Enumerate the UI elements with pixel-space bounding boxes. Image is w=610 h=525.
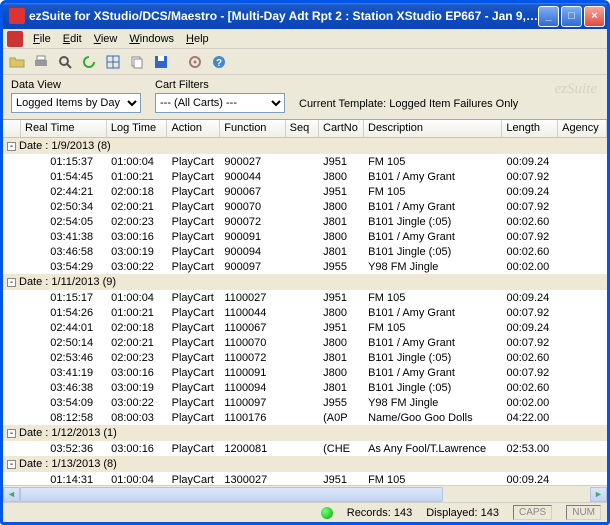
group-row[interactable]: -Date : 1/9/2013 (8) [3,138,607,154]
dataview-select[interactable]: Logged Items by Day [11,93,141,113]
table-row[interactable]: 02:44:2102:00:18PlayCart900067J951FM 105… [3,184,607,199]
scroll-right-icon[interactable]: ► [590,487,607,502]
table-row[interactable]: 03:46:5803:00:19PlayCart900094J801B101 J… [3,244,607,259]
data-grid: Real TimeLog TimeActionFunctionSeqCartNo… [3,119,607,502]
collapse-icon[interactable]: - [7,460,16,469]
column-header[interactable]: Seq [286,120,319,137]
maximize-button[interactable]: □ [561,6,582,27]
menu-item[interactable]: Help [180,31,215,47]
menu-item[interactable]: File [27,31,57,47]
group-row[interactable]: -Date : 1/11/2013 (9) [3,274,607,290]
num-indicator: NUM [566,505,601,520]
records-value: 143 [394,507,412,519]
table-row[interactable]: 01:15:1701:00:04PlayCart1100027J951FM 10… [3,290,607,305]
cartfilter-label: Cart Filters [155,79,285,91]
table-row[interactable]: 01:15:3701:00:04PlayCart900027J951FM 105… [3,154,607,169]
save-icon[interactable] [151,52,171,72]
window-title: ezSuite for XStudio/DCS/Maestro - [Multi… [29,9,538,23]
displayed-value: 143 [481,507,499,519]
svg-text:?: ? [216,58,222,69]
column-header[interactable]: Function [220,120,285,137]
app-icon [9,8,25,24]
table-row[interactable]: 02:50:1402:00:21PlayCart1100070J800B101 … [3,335,607,350]
toolbar: ? [3,49,607,75]
close-button[interactable]: × [584,6,605,27]
grid-header: Real TimeLog TimeActionFunctionSeqCartNo… [3,120,607,138]
collapse-icon[interactable]: - [7,429,16,438]
table-row[interactable]: 02:44:0102:00:18PlayCart1100067J951FM 10… [3,320,607,335]
menu-item[interactable]: Windows [123,31,180,47]
table-row[interactable]: 08:12:5808:00:03PlayCart1100176(A0PName/… [3,410,607,425]
menu-item[interactable]: View [88,31,124,47]
group-row[interactable]: -Date : 1/12/2013 (1) [3,425,607,441]
column-header[interactable]: Length [502,120,558,137]
collapse-icon[interactable]: - [7,142,16,151]
table-row[interactable]: 03:41:1903:00:16PlayCart1100091J800B101 … [3,365,607,380]
table-row[interactable]: 02:53:4602:00:23PlayCart1100072J801B101 … [3,350,607,365]
h-scrollbar[interactable]: ◄ ► [3,485,607,502]
child-window-icon[interactable] [7,31,23,47]
table-row[interactable]: 03:46:3803:00:19PlayCart1100094J801B101 … [3,380,607,395]
app-window: ezSuite for XStudio/DCS/Maestro - [Multi… [0,0,610,525]
dataview-label: Data View [11,79,141,91]
caps-indicator: CAPS [513,505,552,520]
filter-panel: Data View Logged Items by Day Cart Filte… [3,75,607,119]
watermark: ezSuite [555,81,598,98]
column-header[interactable]: Description [364,120,502,137]
column-header[interactable]: CartNo [319,120,364,137]
preview-icon[interactable] [55,52,75,72]
menubar: FileEditViewWindowsHelp [3,29,607,49]
column-header[interactable]: Action [167,120,220,137]
scroll-left-icon[interactable]: ◄ [3,487,20,502]
settings-icon[interactable] [185,52,205,72]
menu-item[interactable]: Edit [57,31,88,47]
grid-body[interactable]: -Date : 1/9/2013 (8)01:15:3701:00:04Play… [3,138,607,485]
open-icon[interactable] [7,52,27,72]
table-row[interactable]: 01:54:2601:00:21PlayCart1100044J800B101 … [3,305,607,320]
column-header[interactable] [3,120,21,137]
titlebar: ezSuite for XStudio/DCS/Maestro - [Multi… [3,3,607,29]
group-row[interactable]: -Date : 1/13/2013 (8) [3,456,607,472]
column-header[interactable]: Real Time [21,120,107,137]
collapse-icon[interactable]: - [7,278,16,287]
print-icon[interactable] [31,52,51,72]
status-led-icon [321,507,333,519]
table-row[interactable]: 01:14:3101:00:04PlayCart1300027J951FM 10… [3,472,607,485]
help-icon[interactable]: ? [209,52,229,72]
minimize-button[interactable]: _ [538,6,559,27]
table-row[interactable]: 03:54:2903:00:22PlayCart900097J955Y98 FM… [3,259,607,274]
cartfilter-select[interactable]: --- (All Carts) --- [155,93,285,113]
column-header[interactable]: Log Time [107,120,168,137]
table-row[interactable]: 01:54:4501:00:21PlayCart900044J800B101 /… [3,169,607,184]
table-row[interactable]: 03:54:0903:00:22PlayCart1100097J955Y98 F… [3,395,607,410]
table-row[interactable]: 03:41:3803:00:16PlayCart900091J800B101 /… [3,229,607,244]
refresh-icon[interactable] [79,52,99,72]
scroll-thumb[interactable] [20,487,443,502]
column-header[interactable]: Agency [558,120,607,137]
displayed-label: Displayed: [426,507,477,519]
table-row[interactable]: 03:52:3603:00:16PlayCart1200081(CHEAs An… [3,441,607,456]
grid-icon[interactable] [103,52,123,72]
records-label: Records: [347,507,391,519]
copy-icon[interactable] [127,52,147,72]
table-row[interactable]: 02:54:0502:00:23PlayCart900072J801B101 J… [3,214,607,229]
statusbar: Records: 143 Displayed: 143 CAPS NUM [3,502,607,522]
table-row[interactable]: 02:50:3402:00:21PlayCart900070J800B101 /… [3,199,607,214]
template-label: Current Template: Logged Item Failures O… [299,98,518,113]
